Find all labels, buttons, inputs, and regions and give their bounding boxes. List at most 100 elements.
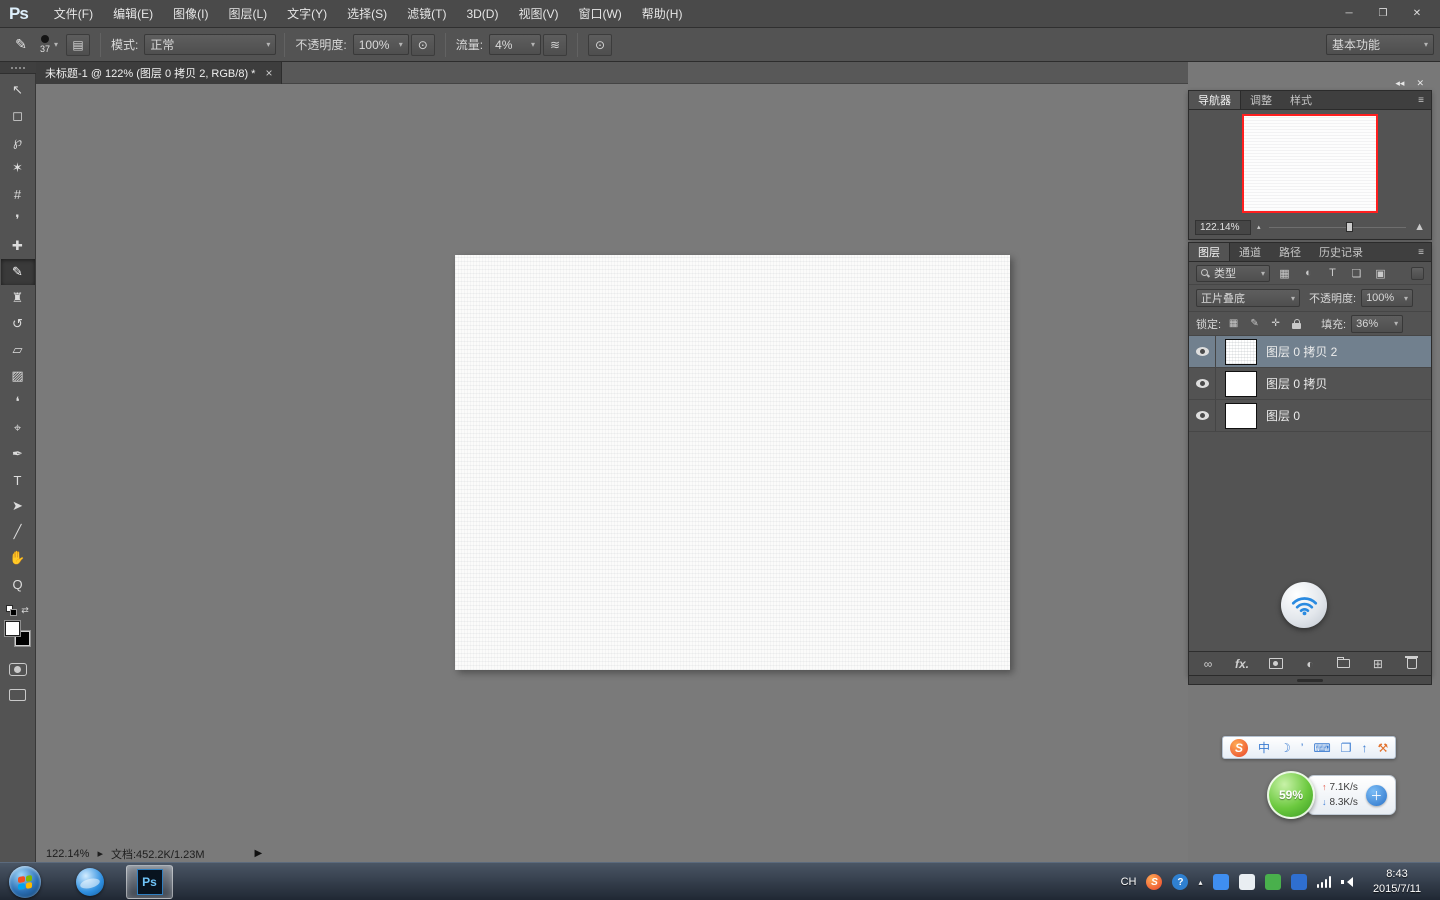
airbrush-button[interactable]: ≋ [543,33,568,56]
lock-position-icon[interactable]: ✛ [1268,316,1283,331]
layer-thumbnail[interactable] [1225,370,1257,397]
photoshop-taskbar-button[interactable]: Ps [126,865,173,899]
flow-select[interactable]: 4% ▾ [489,34,542,55]
eraser-tool[interactable]: ▱ [1,337,35,363]
brush-preset-picker[interactable]: 37 ▾ [34,32,64,58]
filter-pixel-layers-icon[interactable]: ▦ [1275,265,1294,282]
boost-button[interactable]: ＋ [1365,784,1387,806]
dodge-tool[interactable]: ⌖ [1,415,35,441]
type-tool[interactable]: T [1,467,35,493]
layer-filter-select[interactable]: 类型 ▾ [1196,264,1270,282]
volume-tray-icon[interactable] [1341,876,1354,888]
panel-menu-icon[interactable]: ≡ [1411,243,1431,261]
foreground-color-swatch[interactable] [4,620,21,637]
line-tool[interactable]: ╱ [1,519,35,545]
tab-channels[interactable]: 通道 [1230,243,1270,261]
sogou-skin-icon[interactable]: ↑ [1362,742,1368,754]
network-tray-icon[interactable] [1316,876,1331,888]
browser-taskbar-icon[interactable] [76,868,104,896]
default-colors-icon[interactable] [6,605,18,616]
layer-fill-select[interactable]: 36% ▾ [1351,314,1404,333]
panel-menu-icon[interactable]: ≡ [1411,91,1431,109]
layer-opacity-select[interactable]: 100% ▾ [1361,289,1414,307]
layer-blend-mode-select[interactable]: 正片叠底 ▾ [1196,289,1300,307]
menu-file[interactable]: 文件(F) [44,0,103,28]
filter-shape-layers-icon[interactable]: ❏ [1347,265,1366,282]
status-menu-arrow-icon[interactable]: ▶ [255,848,263,859]
filter-adjustment-layers-icon[interactable]: ◐ [1299,265,1318,282]
hand-tool[interactable]: ✋ [1,545,35,571]
blur-tool[interactable]: ❛ [1,389,35,415]
menu-layer[interactable]: 图层(L) [218,0,277,28]
close-button[interactable]: ✕ [1400,4,1434,24]
path-selection-tool[interactable]: ➤ [1,493,35,519]
document-tab[interactable]: 未标题-1 @ 122% (图层 0 拷贝 2, RGB/8) * × [36,62,283,84]
start-button[interactable] [9,866,41,898]
layer-visibility-toggle[interactable] [1189,400,1216,431]
tab-close-icon[interactable]: × [265,66,272,80]
sogou-language-icon[interactable]: 中 [1258,742,1270,754]
history-brush-tool[interactable]: ↺ [1,311,35,337]
gradient-tool[interactable]: ▨ [1,363,35,389]
layer-thumbnail[interactable] [1225,338,1257,365]
filter-toggle-icon[interactable] [1411,266,1424,280]
marquee-tool[interactable]: ◻ [1,103,35,129]
pressure-opacity-button[interactable]: ⊙ [410,33,435,56]
document-canvas[interactable] [455,255,1010,670]
opacity-select[interactable]: 100% ▾ [352,34,409,55]
menu-image[interactable]: 图像(I) [163,0,218,28]
quick-selection-tool[interactable]: ✶ [1,155,35,181]
tab-layers[interactable]: 图层 [1189,243,1230,261]
tray-icon-3[interactable] [1264,874,1281,890]
blend-mode-select[interactable]: 正常 ▾ [144,34,277,55]
screen-mode-button[interactable] [9,689,26,701]
menu-edit[interactable]: 编辑(E) [103,0,163,28]
tab-styles[interactable]: 样式 [1281,91,1321,109]
wifi-widget[interactable] [1281,582,1327,628]
navigator-zoom-slider[interactable] [1267,219,1409,235]
pressure-size-button[interactable]: ⊙ [588,33,613,56]
sogou-logo[interactable]: S [1230,738,1248,757]
eyedropper-tool[interactable]: ❜ [1,207,35,233]
menu-help[interactable]: 帮助(H) [632,0,693,28]
status-flyout-icon[interactable]: ▸ [97,847,103,860]
zoom-out-icon[interactable]: ▴ [1257,223,1261,231]
workspace-switcher[interactable]: 基本功能 ▾ [1326,34,1434,55]
delete-layer-icon[interactable] [1405,656,1419,669]
lock-transparency-icon[interactable]: ▦ [1226,316,1241,331]
tray-icon-4[interactable] [1290,874,1307,890]
menu-type[interactable]: 文字(Y) [277,0,337,28]
tools-panel-grip[interactable] [0,62,36,74]
layer-row[interactable]: 图层 0 拷贝 2 [1189,336,1431,368]
menu-view[interactable]: 视图(V) [508,0,568,28]
dock-close-icon[interactable]: ✕ [1416,78,1424,89]
menu-select[interactable]: 选择(S) [337,0,397,28]
tab-adjustments[interactable]: 调整 [1241,91,1281,109]
status-zoom-value[interactable]: 122.14% [46,848,89,860]
language-indicator[interactable]: CH [1121,876,1137,888]
healing-brush-tool[interactable]: ✚ [1,233,35,259]
zoom-in-icon[interactable]: ▲ [1414,221,1425,233]
toggle-brush-panel-button[interactable]: ▤ [66,33,91,56]
menu-filter[interactable]: 滤镜(T) [397,0,456,28]
zoom-tool[interactable]: Q [1,571,35,597]
filter-smart-objects-icon[interactable]: ▣ [1371,265,1390,282]
navigator-proxy-view[interactable] [1242,114,1378,213]
tab-navigator[interactable]: 导航器 [1189,91,1241,109]
tray-icon-2[interactable] [1238,874,1255,890]
slider-thumb[interactable] [1345,222,1353,232]
link-layers-icon[interactable]: ∞ [1201,657,1215,671]
brush-tool[interactable]: ✎ [0,259,35,285]
dock-resize-handle[interactable] [1188,676,1432,685]
sogou-clipboard-icon[interactable]: ❐ [1341,742,1352,754]
layer-name[interactable]: 图层 0 拷贝 [1266,375,1327,392]
tray-expand-icon[interactable]: ▴ [1198,878,1202,887]
move-tool[interactable]: ↖ [1,77,35,103]
layer-row[interactable]: 图层 0 拷贝 [1189,368,1431,400]
layer-visibility-toggle[interactable] [1189,368,1216,399]
layer-name[interactable]: 图层 0 [1266,407,1300,424]
tab-paths[interactable]: 路径 [1270,243,1310,261]
layer-row[interactable]: 图层 0 [1189,400,1431,432]
pen-tool[interactable]: ✒ [1,441,35,467]
sogou-settings-icon[interactable]: ⚒ [1378,742,1389,754]
